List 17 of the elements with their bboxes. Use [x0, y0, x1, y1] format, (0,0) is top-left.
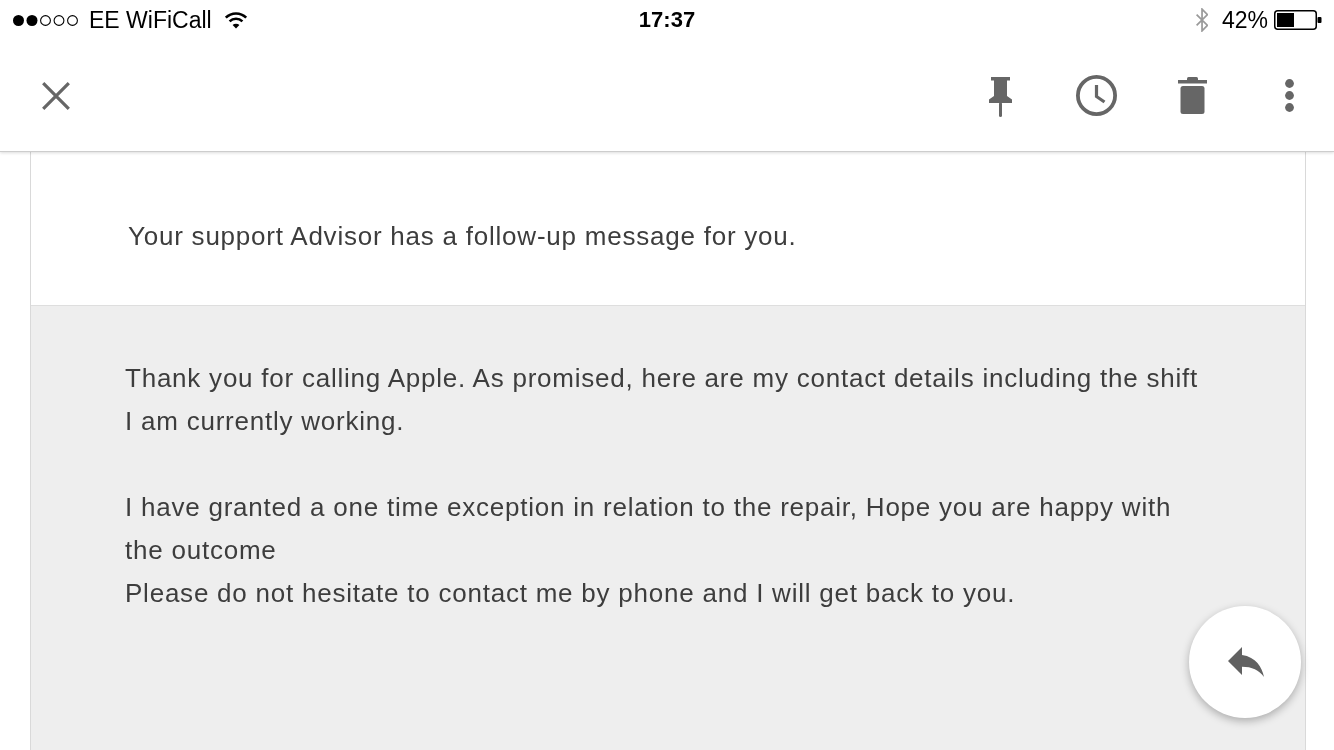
message-text: I have granted a one time exception in relation to the repair, Hope you are happy with the outcome [125, 491, 1173, 567]
trash-icon[interactable] [1178, 77, 1207, 114]
status-time: 17:37 [638, 6, 696, 34]
wifi-icon [223, 11, 248, 29]
battery-percentage: 42% [1221, 6, 1268, 34]
more-options-icon[interactable] [1285, 79, 1294, 112]
pushpin-icon[interactable] [988, 76, 1013, 117]
message-text: Thank you for calling Apple. As promised, here are my contact details including the shift I am currently working. [125, 362, 1199, 438]
bluetooth-icon [1194, 8, 1208, 32]
email-intro: Your support Advisor has a follow-up message for you. [128, 221, 797, 251]
cellular-signal-icon [13, 14, 80, 26]
clock-icon[interactable] [1076, 75, 1117, 116]
message-text: Please do not hesitate to contact me by phone and I will get back to you. [125, 577, 1016, 610]
close-icon[interactable] [42, 82, 70, 110]
battery-icon [1274, 10, 1322, 30]
reply-icon [1227, 647, 1264, 677]
carrier-name: EE WiFiCall [89, 6, 212, 34]
